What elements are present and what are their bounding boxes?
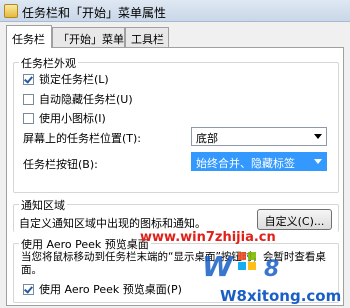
chevron-down-icon xyxy=(314,159,322,164)
aero-peek-description: 当您将鼠标移动到任务栏末端的“显示桌面”按钮时，会暂时查看桌面。 xyxy=(21,251,326,276)
location-label: 屏幕上的任务栏位置(T): xyxy=(23,132,142,145)
notification-description: 自定义通知区域中出现的图标和通知。 xyxy=(19,217,206,230)
tab-panel: 任务栏外观 锁定任务栏(L) 自动隐藏任务栏(U) 使用小图标(I) 屏幕上的任… xyxy=(6,47,344,306)
tab-taskbar[interactable]: 任务栏 xyxy=(6,25,52,48)
aero-peek-label: 使用 Aero Peek 预览桌面(P) xyxy=(39,283,182,296)
aero-peek-row[interactable]: 使用 Aero Peek 预览桌面(P) xyxy=(23,282,182,296)
chevron-down-icon xyxy=(314,134,322,139)
buttons-select[interactable]: 始终合并、隐藏标签 xyxy=(191,152,327,171)
location-select[interactable]: 底部 xyxy=(191,127,327,146)
appearance-legend: 任务栏外观 xyxy=(19,55,78,71)
lock-taskbar-label: 锁定任务栏(L) xyxy=(39,73,109,86)
aero-peek-legend: 使用 Aero Peek 预览桌面 xyxy=(19,236,151,252)
tab-toolbars[interactable]: 工具栏 xyxy=(125,27,169,47)
buttons-value: 始终合并、隐藏标签 xyxy=(196,157,295,170)
window-title: 任务栏和「开始」菜单属性 xyxy=(22,6,167,20)
small-icons-label: 使用小图标(I) xyxy=(39,112,106,125)
tab-start-menu[interactable]: 「开始」菜单 xyxy=(52,27,125,47)
notification-legend: 通知区域 xyxy=(19,197,67,213)
location-value: 底部 xyxy=(196,132,218,145)
auto-hide-row[interactable]: 自动隐藏任务栏(U) xyxy=(23,92,133,106)
title-bar: 任务栏和「开始」菜单属性 xyxy=(0,0,350,22)
lock-taskbar-row[interactable]: 锁定任务栏(L) xyxy=(23,72,109,86)
auto-hide-checkbox[interactable] xyxy=(23,93,34,105)
lock-taskbar-checkbox[interactable] xyxy=(23,73,34,85)
aero-peek-checkbox[interactable] xyxy=(23,283,34,295)
small-icons-row[interactable]: 使用小图标(I) xyxy=(23,111,106,125)
buttons-label: 任务栏按钮(B): xyxy=(23,158,98,171)
customize-button[interactable]: 自定义(C)... xyxy=(257,209,332,230)
window-icon xyxy=(4,4,18,18)
small-icons-checkbox[interactable] xyxy=(23,112,34,124)
auto-hide-label: 自动隐藏任务栏(U) xyxy=(39,93,133,106)
